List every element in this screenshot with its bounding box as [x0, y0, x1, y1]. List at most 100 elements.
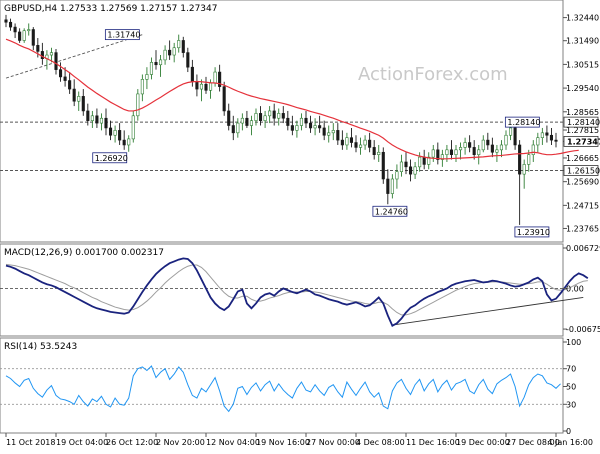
candle-body [136, 93, 140, 117]
candle-body [422, 156, 426, 165]
time-tick-label: 4 Dec 08:00 [356, 438, 405, 447]
price-marker-label: 1.28140 [567, 118, 600, 127]
candle-body [95, 115, 99, 124]
candle-body [395, 171, 399, 180]
price-annotation-label: 1.28140 [507, 118, 540, 127]
candle-body [113, 130, 117, 136]
chart-root: ActionForex.com 1.31740 1.26920 1.28140 1.2… [0, 0, 600, 450]
rsi-tick-label: 70 [566, 365, 576, 374]
candle-body [149, 62, 154, 75]
time-tick-label: 11 Dec 16:00 [406, 438, 460, 447]
candle-body [340, 139, 344, 146]
candle-body [27, 29, 31, 32]
candle-body [104, 117, 108, 129]
candle-body [413, 166, 417, 175]
candle-body [518, 144, 522, 175]
candle-body [449, 149, 454, 155]
candle-body [536, 137, 540, 146]
time-tick-label: 12 Nov 04:00 [206, 438, 260, 447]
candle-body [63, 76, 67, 81]
candle-body [381, 151, 385, 180]
candle-body [540, 132, 544, 138]
candle-body [145, 74, 149, 80]
candle-body [40, 51, 44, 59]
candle-body [477, 149, 481, 155]
candle-body [195, 81, 199, 90]
candle-body [190, 66, 194, 83]
candle-body [172, 47, 176, 56]
candle-body [177, 40, 181, 49]
candle-body [386, 178, 390, 194]
price-tick-label: 1.25690 [566, 178, 599, 187]
candle-body [258, 113, 263, 121]
candle-body [463, 142, 467, 148]
candle-body [268, 110, 272, 117]
candle-body [358, 144, 363, 148]
candle-body [245, 117, 249, 126]
candle-body [513, 127, 517, 146]
candle-body [72, 88, 76, 102]
candle-body [231, 125, 235, 134]
candle-body [181, 40, 185, 53]
time-tick-label: 11 Oct 2018 [6, 438, 55, 447]
candle-body [404, 161, 408, 168]
candle-body [227, 110, 231, 126]
candle-body [549, 134, 554, 141]
candle-body [363, 139, 367, 146]
candle-body [122, 139, 126, 146]
candle-body [140, 79, 144, 95]
candle-body [263, 115, 267, 121]
candle-body [54, 52, 58, 70]
candle-body [131, 115, 135, 140]
candle-body [281, 113, 285, 119]
candle-body [504, 134, 508, 146]
candle-body [527, 154, 531, 165]
candle-body [522, 164, 526, 175]
candle-body [13, 26, 17, 33]
candle-body [31, 29, 35, 46]
candle-body [472, 147, 476, 155]
candle-body [495, 149, 499, 153]
candle-body [331, 130, 335, 134]
price-tick-label: 1.29540 [566, 84, 599, 93]
candle-body [254, 113, 258, 121]
candle-body [345, 137, 349, 146]
rsi-tick-label: 50 [566, 383, 576, 392]
candle-body [18, 31, 22, 41]
candle-body [290, 125, 294, 131]
price-tick-label: 1.28565 [566, 108, 599, 117]
candle-body [327, 132, 331, 136]
candle-body [240, 117, 244, 124]
candle-body [468, 142, 472, 148]
time-tick-label: 2 Nov 20:00 [156, 438, 205, 447]
candle-body [490, 144, 494, 153]
candle-body [458, 147, 463, 151]
candle-body [90, 115, 94, 121]
candle-body [308, 122, 313, 129]
rsi-pane-label: RSI(14) 53.5243 [4, 342, 77, 352]
candle-body [454, 149, 458, 155]
candle-body [445, 149, 449, 155]
macd-tick-label: 0.00 [566, 284, 584, 293]
candle-body [313, 125, 317, 129]
candle-body [222, 86, 226, 112]
candle-body [158, 59, 163, 66]
price-annotation-label: 1.24760 [375, 207, 408, 216]
chart-background [0, 0, 600, 450]
candle-body [36, 45, 40, 52]
time-tick-label: 26 Oct 12:00 [106, 438, 158, 447]
candle-body [277, 113, 281, 119]
price-tick-label: 1.32440 [566, 14, 599, 23]
candle-body [68, 80, 72, 90]
candle-body [81, 96, 85, 112]
price-annotation-label: 1.26920 [95, 154, 128, 163]
price-marker-label: 1.27347 [567, 137, 600, 146]
price-annotation-label: 1.23910 [517, 228, 550, 237]
time-tick-label: 27 Nov 00:00 [306, 438, 360, 447]
candle-body [4, 19, 8, 23]
price-tick-label: 1.24715 [566, 201, 599, 210]
candle-body [213, 71, 217, 84]
candle-body [127, 138, 131, 146]
candle-body [58, 69, 63, 78]
candle-body [168, 49, 172, 56]
